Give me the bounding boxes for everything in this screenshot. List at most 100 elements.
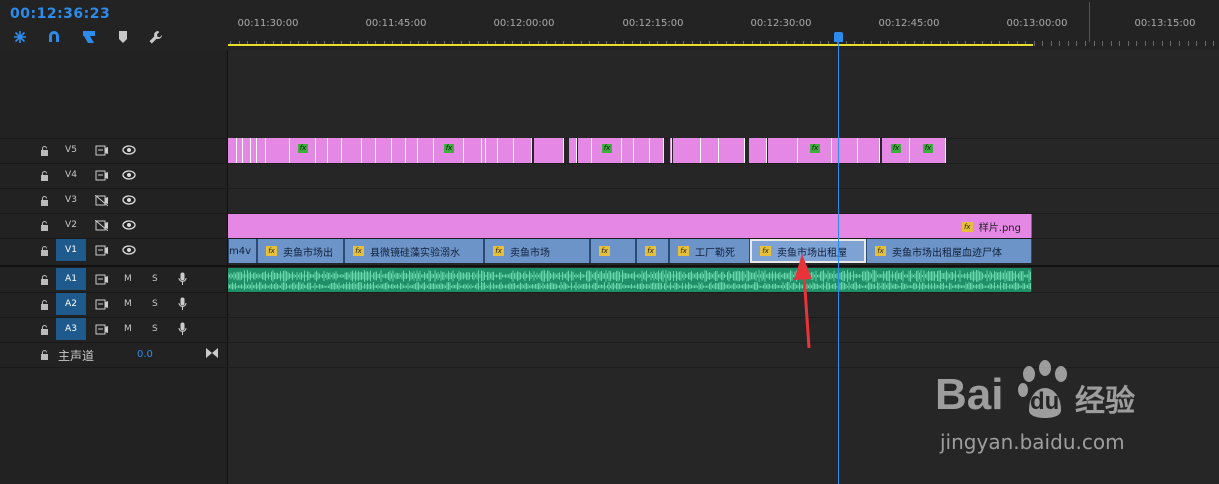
lock-icon[interactable] [40,275,49,285]
v5-clip[interactable] [498,138,514,163]
v1-clip[interactable]: fx 卖鱼市场出 [257,239,344,263]
v5-clip[interactable] [622,138,634,163]
snap-magnet-icon[interactable] [45,28,63,46]
v5-clip[interactable] [228,138,237,163]
lock-icon[interactable] [40,221,49,231]
track-header-v1[interactable]: V1 [0,238,228,263]
track-header-v4[interactable]: V4 [0,163,228,188]
track-header-v3[interactable]: V3 [0,188,228,213]
v5-clip[interactable]: fx [798,138,832,163]
solo-button[interactable]: S [152,274,158,284]
eye-icon[interactable] [122,245,136,255]
v1-clip[interactable]: fx 县微镜硅藻实验溺水 [344,239,484,263]
master-volume-value[interactable]: 0.0 [137,349,153,360]
v5-clip[interactable] [464,138,482,163]
v5-clip[interactable] [768,138,798,163]
toggle-sync-lock-icon[interactable] [95,245,108,256]
v1-clip[interactable]: fx 卖鱼市场 [484,239,590,263]
lock-icon[interactable] [40,350,49,360]
v5-clip[interactable] [749,138,767,163]
v5-clip[interactable] [266,138,290,163]
solo-button[interactable]: S [152,299,158,309]
solo-button[interactable]: S [152,324,158,334]
mute-button[interactable]: M [124,324,132,334]
v5-clip[interactable] [534,138,564,163]
toggle-sync-lock-icon[interactable] [95,170,108,181]
v5-clip[interactable] [701,138,719,163]
eye-icon[interactable] [122,195,136,205]
playhead-line[interactable] [838,38,839,484]
track-header-v2[interactable]: V2 [0,213,228,238]
toggle-sync-lock-icon[interactable] [95,299,108,310]
playhead-handle[interactable] [834,32,843,42]
a1-audio-clip[interactable] [227,268,1032,292]
v5-clip[interactable]: fx [290,138,316,163]
microphone-icon[interactable] [178,272,187,286]
lock-icon[interactable] [40,300,49,310]
track-header-master[interactable]: 主声道 0.0 [0,342,228,367]
mute-button[interactable]: M [124,274,132,284]
v5-clip[interactable]: fx [434,138,464,163]
track-header-v5[interactable]: V5 [0,138,228,163]
toggle-sync-lock-off-icon[interactable] [95,195,108,206]
toggle-sync-lock-icon[interactable] [95,274,108,285]
v1-clip[interactable]: fx [636,239,669,263]
v5-clip[interactable] [634,138,650,163]
v1-clip[interactable]: fx 工厂勒死 [669,239,750,263]
v5-clip[interactable] [486,138,498,163]
v5-clip[interactable] [392,138,406,163]
eye-icon[interactable] [122,170,136,180]
v5-clip[interactable] [650,138,664,163]
lock-icon[interactable] [40,325,49,335]
add-marker-icon[interactable] [114,28,132,46]
v1-clip[interactable]: m4v [228,239,257,263]
track-header-a1[interactable]: A1 M S [0,267,228,292]
v5-clip[interactable] [362,138,376,163]
v2-clip[interactable]: fx 样片.png [228,214,1032,238]
v5-clip[interactable] [719,138,745,163]
toggle-sync-lock-off-icon[interactable] [95,220,108,231]
v5-clip[interactable] [670,138,672,163]
eye-icon[interactable] [122,220,136,230]
bowtie-icon[interactable] [206,348,218,358]
track-name-v1[interactable]: V1 [56,239,86,261]
lock-icon[interactable] [40,171,49,181]
v5-clip[interactable] [342,138,362,163]
eye-icon[interactable] [122,145,136,155]
v5-clip[interactable] [257,138,266,163]
v5-clip[interactable] [376,138,392,163]
toggle-sync-lock-icon[interactable] [95,324,108,335]
work-area-bar[interactable] [228,44,1033,46]
v5-clip[interactable] [243,138,251,163]
toggle-sync-lock-icon[interactable] [95,145,108,156]
lock-icon[interactable] [40,196,49,206]
linked-selection-icon[interactable] [80,28,98,46]
v1-clip[interactable]: fx [590,239,636,263]
v5-clip[interactable] [328,138,342,163]
v5-clip[interactable] [418,138,434,163]
track-name-a1[interactable]: A1 [56,268,86,290]
v5-clip[interactable] [673,138,701,163]
v5-clip[interactable]: fx [592,138,622,163]
nest-sequence-icon[interactable] [11,28,29,46]
wrench-settings-icon[interactable] [147,28,165,46]
v5-clip[interactable] [569,138,577,163]
track-header-a2[interactable]: A2 M S [0,292,228,317]
v5-clip[interactable] [832,138,858,163]
lock-icon[interactable] [40,146,49,156]
track-header-a3[interactable]: A3 M S [0,317,228,342]
v5-clip[interactable] [316,138,328,163]
v5-clip[interactable]: fx [882,138,910,163]
v5-clip[interactable] [858,138,880,163]
playhead-timecode[interactable]: 00:12:36:23 [10,6,110,22]
v5-clip[interactable] [514,138,532,163]
track-name-a2[interactable]: A2 [56,293,86,315]
track-name-a3[interactable]: A3 [56,318,86,340]
v1-clip[interactable]: fx 卖鱼市场出租屋血迹尸体 [866,239,1032,263]
v5-clip[interactable] [578,138,592,163]
v5-clip[interactable] [406,138,418,163]
mute-button[interactable]: M [124,299,132,309]
lock-icon[interactable] [40,246,49,256]
microphone-icon[interactable] [178,322,187,336]
v5-clip[interactable]: fx [910,138,946,163]
